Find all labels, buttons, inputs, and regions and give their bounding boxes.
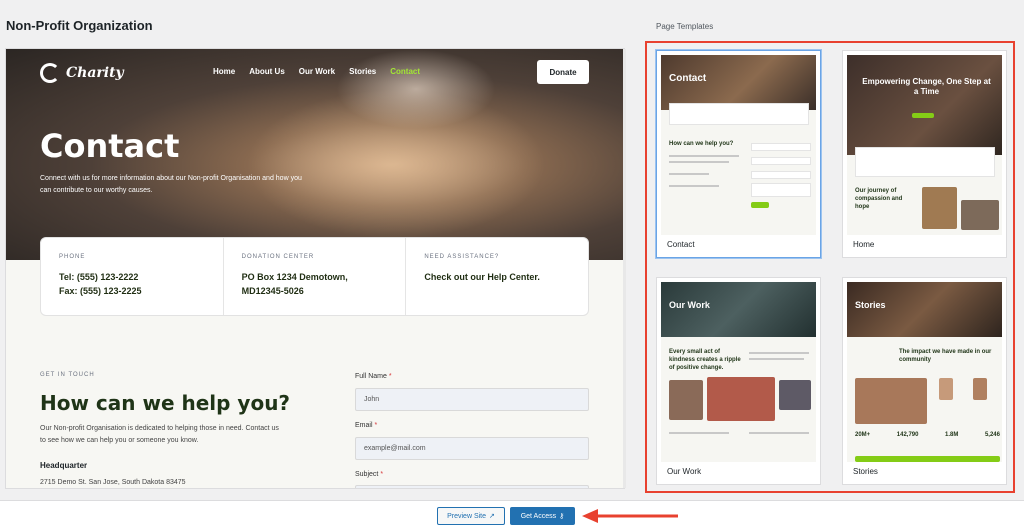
help-title: How can we help you?	[40, 391, 291, 415]
template-thumbnail: Our Work Every small act of kindness cre…	[661, 282, 816, 462]
subject-field[interactable]	[355, 485, 589, 488]
donate-button[interactable]: Donate	[537, 60, 589, 84]
thumb-subtitle: How can we help you?	[669, 141, 734, 147]
info-value: PO Box 1234 Demotown,	[241, 272, 348, 282]
hero-subtitle: Connect with us for more information abo…	[40, 175, 302, 194]
info-label: DONATION CENTER	[241, 254, 315, 260]
template-thumbnail: Stories The impact we have made in our c…	[847, 282, 1002, 462]
nav-item-contact[interactable]: Contact	[390, 67, 420, 76]
external-link-icon: ↗	[489, 513, 495, 520]
preview-site-label: Preview Site	[447, 512, 487, 520]
template-preview[interactable]: Charity Home About Us Our Work Stories C…	[6, 49, 624, 488]
info-phone: PHONE Tel: (555) 123-2222 Fax: (555) 123…	[41, 238, 224, 315]
get-access-label: Get Access	[520, 512, 557, 520]
info-assistance: NEED ASSISTANCE? Check out our Help Cent…	[406, 238, 588, 315]
template-name: Our Work	[667, 467, 702, 476]
thumb-subtitle: Our journey of compassion and hope	[855, 188, 903, 210]
thumb-title: Our Work	[669, 300, 710, 310]
get-access-button[interactable]: Get Access ⚷	[510, 507, 575, 525]
template-name: Contact	[667, 240, 695, 249]
info-value: Tel: (555) 123-2222	[59, 272, 139, 282]
pointer-arrow-icon	[582, 509, 678, 523]
nav-item-our-work[interactable]: Our Work	[299, 67, 335, 76]
brand-name: Charity	[66, 65, 124, 81]
brand-logo[interactable]: Charity	[40, 63, 124, 83]
stat-value: 1.8M	[945, 432, 959, 438]
info-donation-center: DONATION CENTER PO Box 1234 Demotown, MD…	[224, 238, 407, 315]
subject-label: Subject *	[355, 471, 384, 478]
thumb-subtitle: Every small act of kindness creates a ri…	[669, 349, 741, 371]
templates-heading: Page Templates	[656, 22, 714, 31]
template-name: Stories	[853, 467, 878, 476]
thumb-title: Contact	[669, 73, 707, 84]
thumb-subtitle: The impact we have made in our community	[899, 349, 992, 363]
charity-logo-icon	[40, 63, 60, 83]
full-name-field[interactable]: John	[355, 388, 589, 411]
info-value: Fax: (555) 123-2225	[59, 286, 142, 296]
preview-hero: Charity Home About Us Our Work Stories C…	[6, 49, 624, 260]
stat-value: 20M+	[855, 432, 871, 438]
get-in-touch-label: GET IN TOUCH	[40, 372, 95, 378]
email-field[interactable]: example@mail.com	[355, 437, 589, 460]
contact-info-card: PHONE Tel: (555) 123-2222 Fax: (555) 123…	[40, 237, 589, 316]
template-card-contact[interactable]: Contact How can we help you? Contact	[656, 50, 821, 258]
help-center-link[interactable]: Check out our Help Center.	[424, 270, 570, 284]
nav-item-about[interactable]: About Us	[249, 67, 285, 76]
stat-value: 5,246	[984, 432, 1000, 438]
full-name-label: Full Name *	[355, 373, 392, 380]
hq-address: 2715 Demo St. San Jose, South Dakota 834…	[40, 479, 186, 486]
thumb-title: Stories	[855, 300, 886, 310]
preview-site-button[interactable]: Preview Site ↗	[437, 507, 505, 525]
template-card-home[interactable]: Empowering Change, One Step at a Time Ou…	[842, 50, 1007, 258]
email-label: Email *	[355, 422, 378, 429]
preview-scrollbar[interactable]	[623, 49, 626, 488]
hq-title: Headquarter	[40, 461, 88, 470]
hero-title: Contact	[40, 127, 180, 165]
thumb-title: Empowering Change, One Step at a Time	[862, 77, 991, 96]
template-card-stories[interactable]: Stories The impact we have made in our c…	[842, 277, 1007, 485]
stat-value: 142,790	[896, 432, 919, 438]
page-title: Non-Profit Organization	[6, 18, 153, 33]
info-label: NEED ASSISTANCE?	[424, 254, 500, 260]
info-label: PHONE	[59, 254, 86, 260]
template-card-our-work[interactable]: Our Work Every small act of kindness cre…	[656, 277, 821, 485]
help-text: Our Non-profit Organisation is dedicated…	[40, 425, 279, 444]
info-value: MD12345-5026	[241, 286, 304, 296]
key-icon: ⚷	[559, 513, 565, 520]
template-thumbnail: Empowering Change, One Step at a Time Ou…	[847, 55, 1002, 235]
preview-nav: Home About Us Our Work Stories Contact	[213, 67, 420, 76]
nav-item-stories[interactable]: Stories	[349, 67, 376, 76]
template-name: Home	[853, 240, 875, 249]
template-thumbnail: Contact How can we help you?	[661, 55, 816, 235]
nav-item-home[interactable]: Home	[213, 67, 235, 76]
